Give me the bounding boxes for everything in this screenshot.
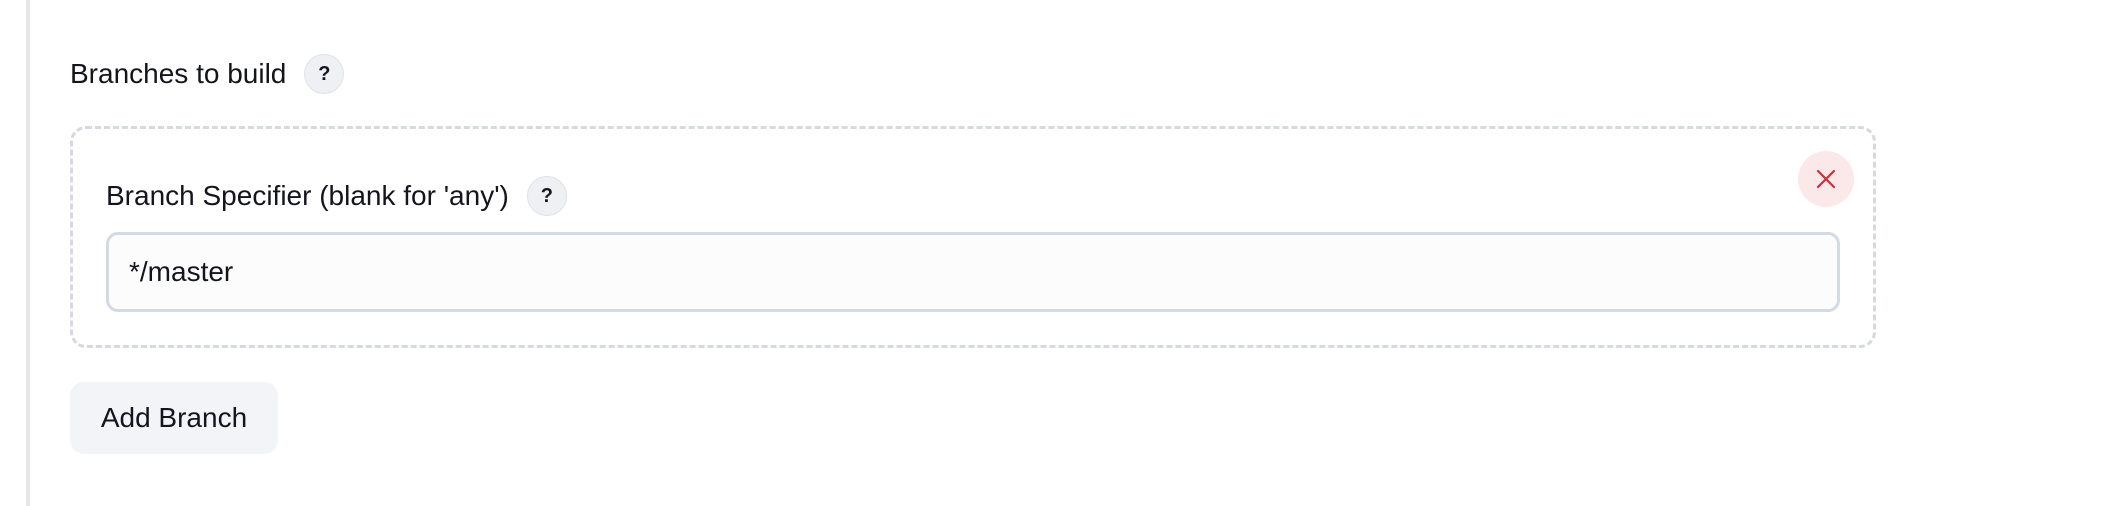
branch-specifier-input[interactable]: [106, 232, 1840, 312]
branch-specifier-help-button[interactable]: ?: [526, 176, 567, 216]
section-indent-rule: [26, 0, 30, 506]
close-icon: [1816, 169, 1836, 189]
help-button[interactable]: ?: [304, 54, 345, 94]
branch-specifier-header: Branch Specifier (blank for 'any') ?: [106, 174, 567, 218]
branch-specifier-label: Branch Specifier (blank for 'any'): [106, 180, 509, 211]
section-title: Branches to build: [70, 58, 287, 89]
add-branch-button[interactable]: Add Branch: [70, 382, 278, 454]
delete-branch-button[interactable]: [1798, 151, 1854, 207]
branches-section-header: Branches to build ?: [70, 52, 345, 96]
